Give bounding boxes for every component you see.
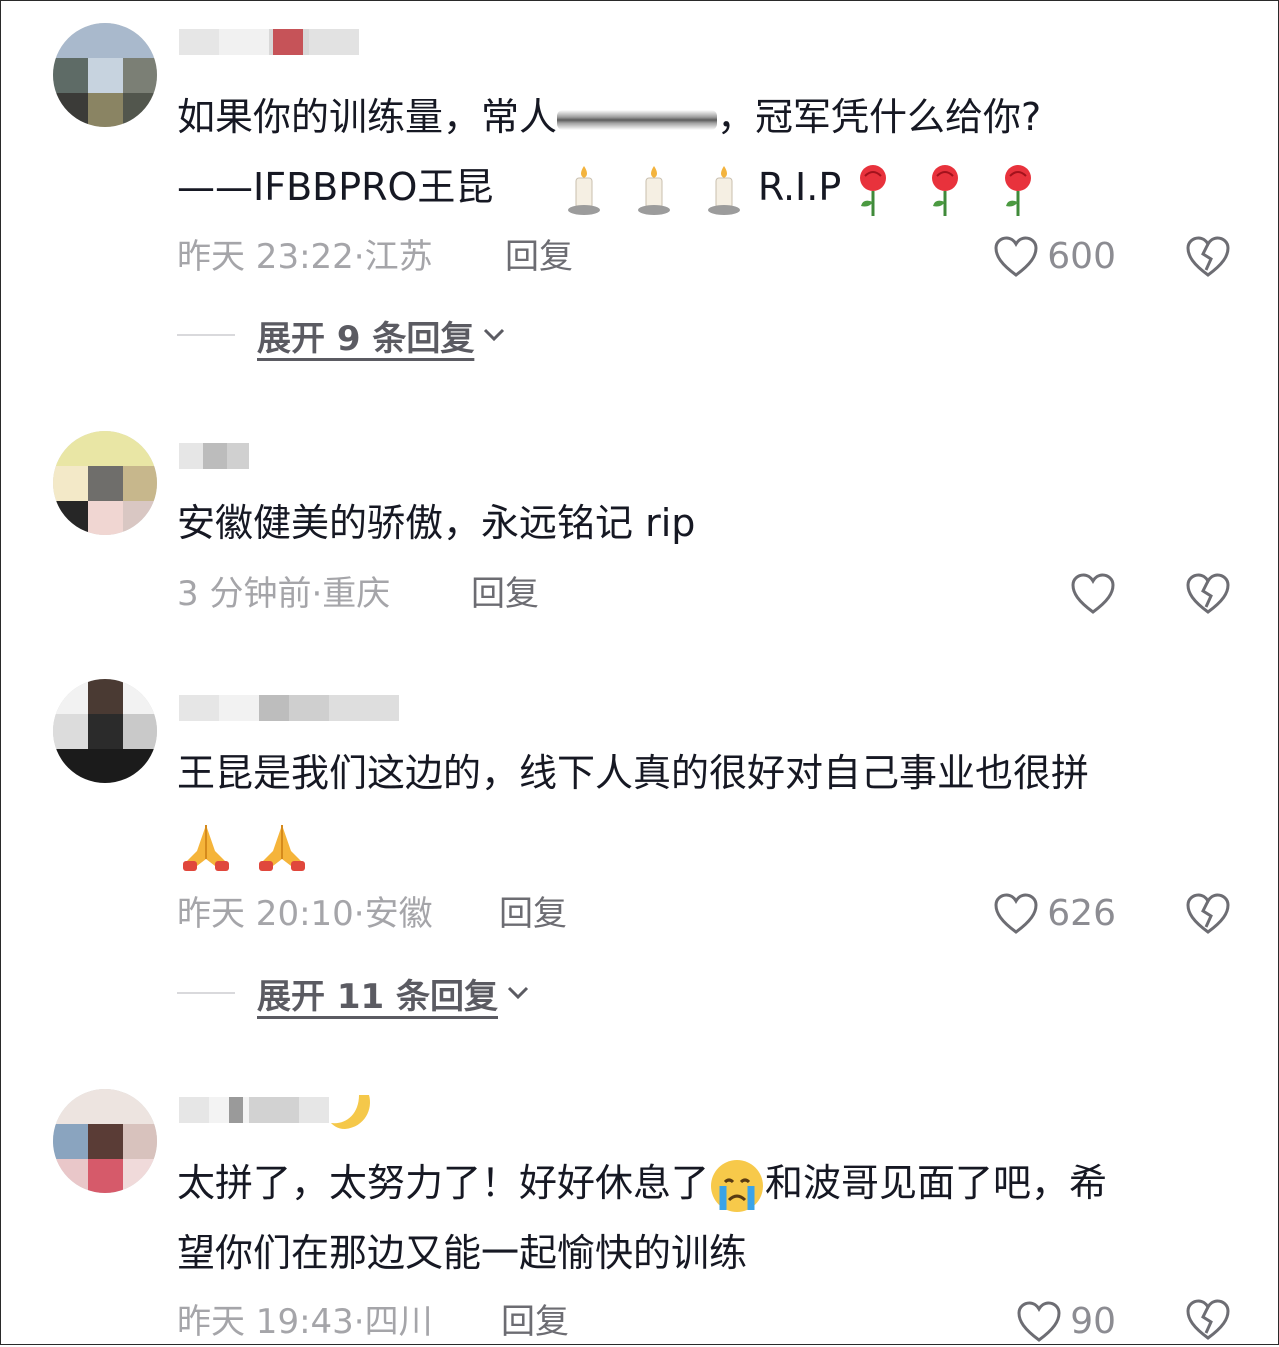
avatar[interactable] [53,1089,157,1193]
folded-hands-emoji [183,824,229,871]
comment-text: 如果你的训练量，常人 ，冠军凭什么给你? [177,95,1042,139]
comment-text-line2: ——IFBBPRO王昆 R.I.P [177,153,1230,221]
rose-emoji [860,164,887,216]
reply-button[interactable]: 回复 [501,1297,569,1347]
avatar[interactable] [53,431,157,535]
comment-location: 安徽 [364,894,433,934]
avatar[interactable] [53,679,157,783]
comment-time: 昨天 19:43 [177,1302,354,1342]
broken-heart-icon[interactable] [1185,571,1231,617]
comment-location: 重庆 [322,574,391,614]
comment-emoji-line [177,809,1230,877]
like-button[interactable]: 90 [1016,1297,1116,1347]
username-blurred[interactable] [179,689,399,729]
reply-button[interactable]: 回复 [499,889,567,939]
rose-emoji [932,164,959,216]
crescent-moon-emoji [331,1095,370,1129]
username-blurred[interactable] [179,23,379,63]
expand-replies-button[interactable]: 展开 11 条回复 [177,968,530,1018]
broken-heart-icon[interactable] [1185,1297,1231,1343]
reply-button[interactable]: 回复 [471,569,539,619]
like-count: 626 [1047,893,1116,934]
rose-emoji [1004,164,1031,216]
candle-emoji [637,165,670,215]
comment-time: 昨天 20:10 [177,894,354,934]
heart-outline-icon [994,236,1038,277]
like-button[interactable]: 626 [993,889,1116,939]
broken-heart-icon[interactable] [1185,234,1231,280]
expand-replies-button[interactable]: 展开 9 条回复 [177,310,506,360]
chevron-down-icon [484,328,505,342]
folded-hands-emoji [259,824,306,871]
reply-button[interactable]: 回复 [505,232,573,282]
comment-location: 四川 [364,1302,433,1342]
comment-location: 江苏 [364,237,433,277]
redacted-text [557,109,718,130]
comment-meta: 昨天 20:10·安徽 [177,894,433,934]
comment-list: 如果你的训练量，常人 ，冠军凭什么给你? ——IFBBPRO王昆 R.I.P 昨天… [0,0,1279,1345]
heart-outline-icon [994,893,1038,934]
username-blurred[interactable] [179,1091,389,1131]
comment-time: 昨天 23:22 [177,237,354,277]
comment-text-line2: 望你们在那边又能一起愉快的训练 [177,1231,748,1275]
comment-time: 3 分钟前 [177,574,312,614]
username-blurred[interactable] [179,437,379,477]
comment-text: 太拼了，太努力了！好好休息了 和波哥见面了吧，希 [177,1149,1230,1217]
expand-replies-label: 展开 11 条回复 [257,976,498,1017]
comment-text: 王昆是我们这边的，线下人真的很好对自己事业也很拼 [177,751,1090,795]
heart-outline-icon [1071,573,1115,614]
avatar[interactable] [53,23,157,127]
comment-meta: 昨天 19:43·四川 [177,1302,433,1342]
heart-outline-icon [1017,1301,1061,1342]
like-count: 600 [1047,236,1116,277]
candle-emoji [707,165,740,215]
like-button[interactable]: 600 [993,232,1116,282]
chevron-down-icon [507,986,529,1000]
like-count: 90 [1070,1301,1116,1342]
comment-meta: 3 分钟前·重庆 [177,574,391,614]
broken-heart-icon[interactable] [1185,891,1231,937]
crying-face-emoji [711,1159,764,1212]
comment-text: 安徽健美的骄傲，永远铭记 rip [177,501,696,545]
like-button[interactable] [1070,569,1116,619]
expand-replies-label: 展开 9 条回复 [257,318,475,359]
candle-emoji [567,165,600,215]
comment-meta: 昨天 23:22·江苏 [177,237,433,277]
